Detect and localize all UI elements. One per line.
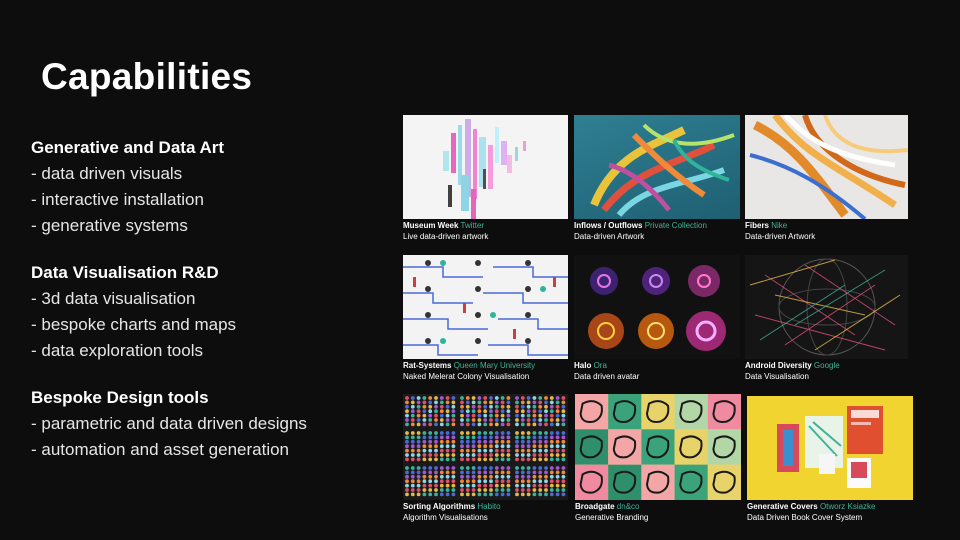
project-thumbnail	[574, 115, 740, 219]
project-tile-rat-systems[interactable]: Rat-Systems Queen Mary University Naked …	[403, 255, 568, 383]
section-heading: Bespoke Design tools	[31, 388, 209, 407]
project-name: Rat-Systems	[403, 361, 452, 370]
section-heading: Generative and Data Art	[31, 138, 225, 157]
project-tile-halo[interactable]: Halo Ora Data driven avatar	[574, 255, 740, 383]
project-caption: Generative Covers Otworz Ksiazke	[747, 502, 876, 512]
project-client: Private Collection	[644, 221, 707, 230]
project-name: Generative Covers	[747, 502, 818, 511]
project-tile-sorting-algorithms[interactable]: Sorting Algorithms Habito Algorithm Visu…	[403, 394, 568, 524]
section-design-tools: Bespoke Design tools - parametric and da…	[31, 385, 307, 463]
project-client: Habito	[477, 502, 501, 511]
project-client: Google	[813, 361, 840, 370]
project-caption: Inflows / Outflows Private Collection	[574, 221, 707, 231]
project-thumbnail	[575, 394, 741, 500]
project-caption: Broadgate dn&co	[575, 502, 639, 512]
section-data-vis: Data Visualisation R&D - 3d data visuali…	[31, 260, 236, 364]
project-thumbnail	[403, 394, 568, 500]
project-caption: Sorting Algorithms Habito	[403, 502, 501, 512]
project-client: Ora	[593, 361, 607, 370]
project-client: Queen Mary University	[453, 361, 536, 370]
project-caption: Halo Ora	[574, 361, 607, 371]
project-name: Halo	[574, 361, 592, 370]
project-subtitle: Generative Branding	[575, 513, 649, 522]
section-generative-art: Generative and Data Art - data driven vi…	[31, 135, 224, 239]
project-caption: Android Diversity Google	[745, 361, 840, 371]
project-client: dn&co	[616, 502, 640, 511]
project-thumbnail	[574, 255, 740, 359]
project-name: Android Diversity	[745, 361, 812, 370]
project-thumbnail	[403, 255, 568, 359]
project-subtitle: Data-driven Artwork	[574, 232, 645, 241]
project-thumbnail	[745, 115, 908, 219]
project-thumbnail	[403, 115, 568, 219]
project-tile-museum-week[interactable]: Museum Week Twitter Live data-driven art…	[403, 115, 568, 243]
project-client: Nike	[771, 221, 788, 230]
project-client: Twitter	[460, 221, 485, 230]
project-client: Otworz Ksiazke	[819, 502, 876, 511]
project-subtitle: Naked Melerat Colony Visualisation	[403, 372, 530, 381]
project-thumbnail	[745, 255, 908, 359]
project-subtitle: Algorithm Visualisations	[403, 513, 488, 522]
list-item: - parametric and data driven designs	[31, 414, 307, 433]
project-caption: Rat-Systems Queen Mary University	[403, 361, 535, 371]
project-subtitle: Live data-driven artwork	[403, 232, 489, 241]
list-item: - 3d data visualisation	[31, 289, 196, 308]
list-item: - bespoke charts and maps	[31, 315, 237, 334]
list-item: - interactive installation	[31, 190, 204, 209]
project-tile-fibers[interactable]: Fibers Nike Data-driven Artwork	[745, 115, 908, 243]
project-caption: Museum Week Twitter	[403, 221, 484, 231]
project-name: Inflows / Outflows	[574, 221, 643, 230]
project-thumbnail	[747, 396, 913, 500]
project-subtitle: Data-driven Artwork	[745, 232, 816, 241]
project-name: Sorting Algorithms	[403, 502, 476, 511]
slide-title: Capabilities	[41, 56, 253, 97]
list-item: - data exploration tools	[31, 341, 203, 360]
list-item: - generative systems	[31, 216, 188, 235]
project-subtitle: Data driven avatar	[574, 372, 640, 381]
project-tile-broadgate[interactable]: Broadgate dn&co Generative Branding	[575, 394, 741, 524]
section-heading: Data Visualisation R&D	[31, 263, 219, 282]
project-name: Broadgate	[575, 502, 615, 511]
project-name: Fibers	[745, 221, 770, 230]
project-subtitle: Data Driven Book Cover System	[747, 513, 863, 522]
project-subtitle: Data Visualisation	[745, 372, 809, 381]
project-tile-generative-covers[interactable]: Generative Covers Otworz Ksiazke Data Dr…	[747, 396, 913, 524]
project-tile-inflows-outflows[interactable]: Inflows / Outflows Private Collection Da…	[574, 115, 740, 243]
project-name: Museum Week	[403, 221, 459, 230]
list-item: - automation and asset generation	[31, 440, 290, 459]
project-caption: Fibers Nike	[745, 221, 787, 231]
project-tile-android-diversity[interactable]: Android Diversity Google Data Visualisat…	[745, 255, 908, 383]
list-item: - data driven visuals	[31, 164, 183, 183]
